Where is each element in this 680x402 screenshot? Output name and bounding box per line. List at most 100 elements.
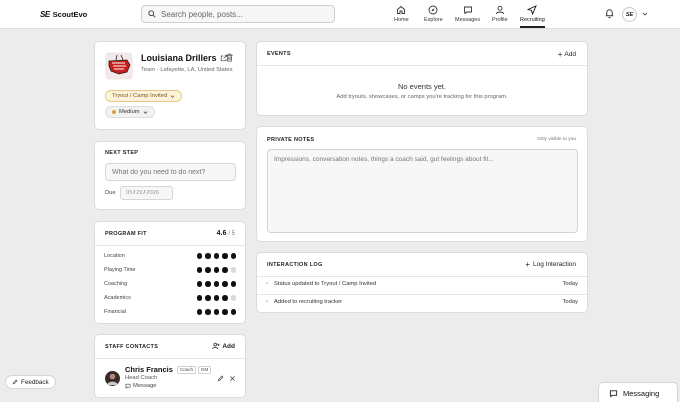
log-interaction-button[interactable]: + Log Interaction — [525, 260, 576, 269]
rating-dot-filled[interactable] — [213, 281, 219, 287]
compass-icon — [428, 5, 438, 15]
bullet-icon: • — [266, 281, 269, 287]
fit-row: Location — [104, 253, 236, 259]
add-contact-button[interactable]: Add — [212, 342, 235, 350]
close-icon[interactable] — [229, 375, 236, 382]
fit-row-label: Financial — [104, 309, 127, 315]
rating-dot-filled[interactable] — [222, 295, 228, 301]
contact-name: Chris Francis — [125, 365, 173, 374]
contact-tag: GM — [197, 365, 212, 374]
staff-contacts-title: STAFF CONTACTS — [105, 344, 159, 350]
pencil-icon — [12, 379, 18, 385]
rating-dot-filled[interactable] — [222, 281, 228, 287]
divider — [95, 358, 245, 359]
feedback-button[interactable]: Feedback — [5, 375, 56, 389]
rating-dot-filled[interactable] — [213, 295, 219, 301]
bell-icon[interactable] — [604, 8, 615, 19]
rating-dot-empty[interactable] — [230, 295, 236, 301]
chevron-down-icon[interactable] — [642, 11, 648, 17]
divider — [257, 294, 587, 295]
rating-dot-filled[interactable] — [213, 267, 219, 273]
next-step-input[interactable] — [105, 163, 236, 181]
nav-home[interactable]: Home — [394, 5, 409, 23]
search-icon — [148, 10, 156, 18]
nav-explore[interactable]: Explore — [424, 5, 443, 23]
notes-textarea[interactable] — [267, 149, 578, 233]
staff-contacts-card: STAFF CONTACTS Add Chris Francis Coach G… — [94, 334, 246, 398]
divider — [95, 245, 245, 246]
nav-recruiting-label: Recruiting — [520, 17, 545, 23]
message-contact-button[interactable]: Message — [125, 383, 157, 389]
rating-dots[interactable] — [196, 253, 236, 259]
fit-score: 4.6 / 5 — [217, 230, 235, 237]
status-dropdown[interactable]: Tryout / Camp Invited — [105, 90, 183, 102]
priority-label: Medium — [119, 109, 140, 115]
rating-dot-filled[interactable] — [230, 281, 236, 287]
rating-dot-filled[interactable] — [230, 253, 236, 259]
user-avatar[interactable]: SE — [622, 7, 637, 22]
user-icon — [495, 5, 504, 15]
search-box[interactable] — [141, 5, 335, 23]
rating-dot-filled[interactable] — [230, 309, 236, 315]
brand-mark: SE — [40, 10, 50, 19]
rating-dots[interactable] — [196, 309, 236, 315]
chevron-down-icon — [143, 110, 148, 114]
fit-score-max: / 5 — [228, 231, 235, 237]
log-entry: • Status updated to Tryout / Camp Invited… — [266, 281, 578, 287]
nav-recruiting[interactable]: Recruiting — [520, 5, 545, 28]
nav-profile[interactable]: Profile — [492, 5, 508, 23]
add-event-label: Add — [564, 51, 576, 58]
bullet-icon: • — [266, 299, 269, 305]
delete-icon[interactable] — [225, 53, 234, 62]
rating-dot-filled[interactable] — [196, 267, 202, 273]
messaging-bar[interactable]: Messaging — [598, 382, 678, 402]
rating-dot-filled[interactable] — [205, 281, 211, 287]
rating-dot-filled[interactable] — [196, 281, 202, 287]
team-name: Louisiana Drillers — [141, 53, 217, 63]
fit-row-label: Academics — [104, 295, 131, 301]
due-date-input[interactable]: 05/29/2026 — [120, 186, 173, 200]
rating-dot-filled[interactable] — [222, 253, 228, 259]
fit-score-value: 4.6 — [216, 230, 227, 237]
nav-home-label: Home — [394, 17, 409, 23]
rating-dots[interactable] — [196, 267, 236, 273]
add-event-button[interactable]: + Add — [558, 50, 576, 59]
nav-explore-label: Explore — [424, 17, 443, 23]
message-label: Message — [133, 383, 157, 389]
due-day: 29 — [136, 190, 143, 196]
contact-tag: Coach — [176, 365, 196, 374]
rating-dot-filled[interactable] — [205, 253, 211, 259]
rating-dots[interactable] — [196, 281, 236, 287]
contact-role: Head Coach — [125, 375, 158, 381]
notes-title: PRIVATE NOTES — [267, 137, 315, 143]
rating-dot-filled[interactable] — [213, 253, 219, 259]
rating-dot-filled[interactable] — [205, 295, 211, 301]
edit-icon[interactable] — [217, 375, 224, 382]
fit-row: Financial — [104, 309, 236, 315]
search-input[interactable] — [161, 9, 321, 19]
rating-dot-filled[interactable] — [213, 309, 219, 315]
messaging-icon — [609, 389, 618, 398]
rating-dot-filled[interactable] — [196, 295, 202, 301]
priority-dropdown[interactable]: Medium — [105, 106, 155, 118]
events-title: EVENTS — [267, 51, 291, 57]
rating-dot-filled[interactable] — [205, 267, 211, 273]
active-tab-indicator — [520, 26, 545, 28]
nav-messages[interactable]: Messages — [455, 5, 480, 23]
fit-row-label: Coaching — [104, 281, 128, 287]
events-empty-title: No events yet. — [398, 82, 446, 91]
rating-dot-empty[interactable] — [230, 267, 236, 273]
rating-dot-filled[interactable] — [196, 309, 202, 315]
rating-dot-filled[interactable] — [205, 309, 211, 315]
feedback-label: Feedback — [21, 378, 49, 386]
brand-logo[interactable]: SE ScoutEvo — [40, 10, 87, 19]
log-title: INTERACTION LOG — [267, 262, 323, 268]
rating-dot-filled[interactable] — [222, 309, 228, 315]
rating-dot-filled[interactable] — [222, 267, 228, 273]
events-empty-subtitle: Add tryouts, showcases, or camps you're … — [336, 94, 508, 100]
send-icon — [527, 5, 538, 15]
contact-avatar — [105, 371, 120, 386]
rating-dots[interactable] — [196, 295, 236, 301]
events-card: EVENTS + Add No events yet. Add tryouts,… — [256, 41, 588, 116]
rating-dot-filled[interactable] — [196, 253, 202, 259]
